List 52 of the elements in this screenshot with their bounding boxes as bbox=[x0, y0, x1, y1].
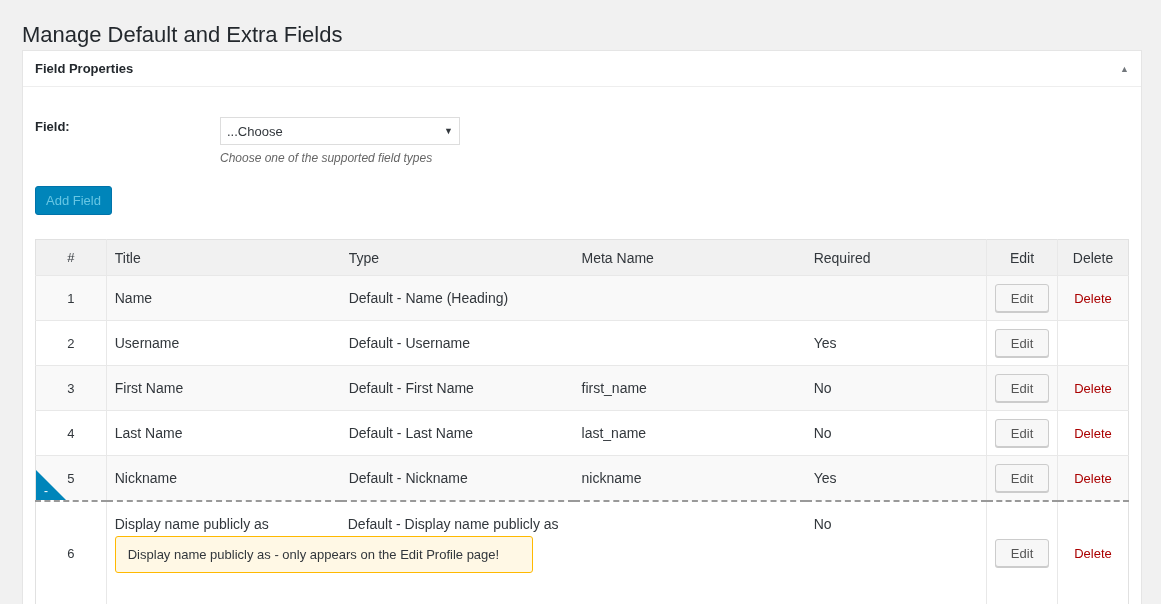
edit-button[interactable]: Edit bbox=[995, 284, 1050, 312]
field-label: Field: bbox=[35, 118, 71, 136]
field-type: Default - Username bbox=[348, 335, 470, 351]
field-type: Default - First Name bbox=[348, 380, 474, 396]
field-title: Username bbox=[114, 335, 180, 351]
field-type: Default - Display name publicly as bbox=[347, 516, 559, 532]
field-title: Name bbox=[114, 290, 153, 306]
delete-link[interactable]: Delete bbox=[1074, 426, 1112, 441]
edit-button[interactable]: Edit bbox=[995, 374, 1050, 402]
delete-link[interactable]: Delete bbox=[1074, 546, 1112, 561]
column-header: Delete bbox=[1057, 239, 1129, 276]
edit-button[interactable]: Edit bbox=[995, 539, 1050, 567]
field-title: Display name publicly as bbox=[114, 516, 270, 532]
row-number: 3 bbox=[35, 365, 107, 411]
column-header: # bbox=[35, 239, 107, 276]
required-value: No bbox=[813, 425, 832, 441]
required-value: Yes bbox=[813, 470, 837, 486]
field-hint: Choose one of the supported field types bbox=[220, 151, 434, 165]
field-title: First Name bbox=[114, 380, 184, 396]
row-number: 4 bbox=[35, 410, 107, 456]
field-type-select[interactable]: ...Choose ▼ bbox=[220, 117, 460, 145]
field-type: Default - Last Name bbox=[348, 425, 474, 441]
panel-title: Field Properties bbox=[35, 61, 134, 76]
collapse-corner-marker[interactable]: - bbox=[36, 470, 66, 500]
collapse-toggle[interactable]: ▲ bbox=[1120, 63, 1129, 74]
meta-name: last_name bbox=[581, 425, 647, 441]
field-type: Default - Name (Heading) bbox=[348, 290, 509, 306]
column-header: Title bbox=[106, 239, 341, 276]
required-value: Yes bbox=[813, 335, 837, 351]
field-title: Last Name bbox=[114, 425, 183, 441]
meta-name: first_name bbox=[581, 380, 647, 396]
row-number: 2 bbox=[35, 320, 107, 366]
page-title: Manage Default and Extra Fields bbox=[22, 21, 344, 49]
edit-button[interactable]: Edit bbox=[995, 329, 1050, 357]
row-number: 1 bbox=[35, 275, 107, 321]
column-header: Required bbox=[805, 239, 987, 276]
notice-message: Display name publicly as - only appears on the Edit Profile page! bbox=[114, 536, 533, 573]
field-type: Default - Nickname bbox=[348, 470, 468, 486]
column-header: Meta Name bbox=[573, 239, 806, 276]
required-value: No bbox=[813, 516, 832, 532]
column-header: Type bbox=[340, 239, 574, 276]
edit-button[interactable]: Edit bbox=[995, 419, 1050, 447]
delete-link[interactable]: Delete bbox=[1074, 471, 1112, 486]
row-number: 6 bbox=[35, 501, 107, 604]
meta-name: nickname bbox=[581, 470, 642, 486]
field-title: Nickname bbox=[114, 470, 177, 486]
delete-link[interactable]: Delete bbox=[1074, 291, 1112, 306]
required-value: No bbox=[813, 380, 832, 396]
column-header: Edit bbox=[986, 239, 1058, 276]
delete-link[interactable]: Delete bbox=[1074, 381, 1112, 396]
edit-button[interactable]: Edit bbox=[995, 464, 1050, 492]
row-number: - 5 bbox=[35, 455, 107, 501]
